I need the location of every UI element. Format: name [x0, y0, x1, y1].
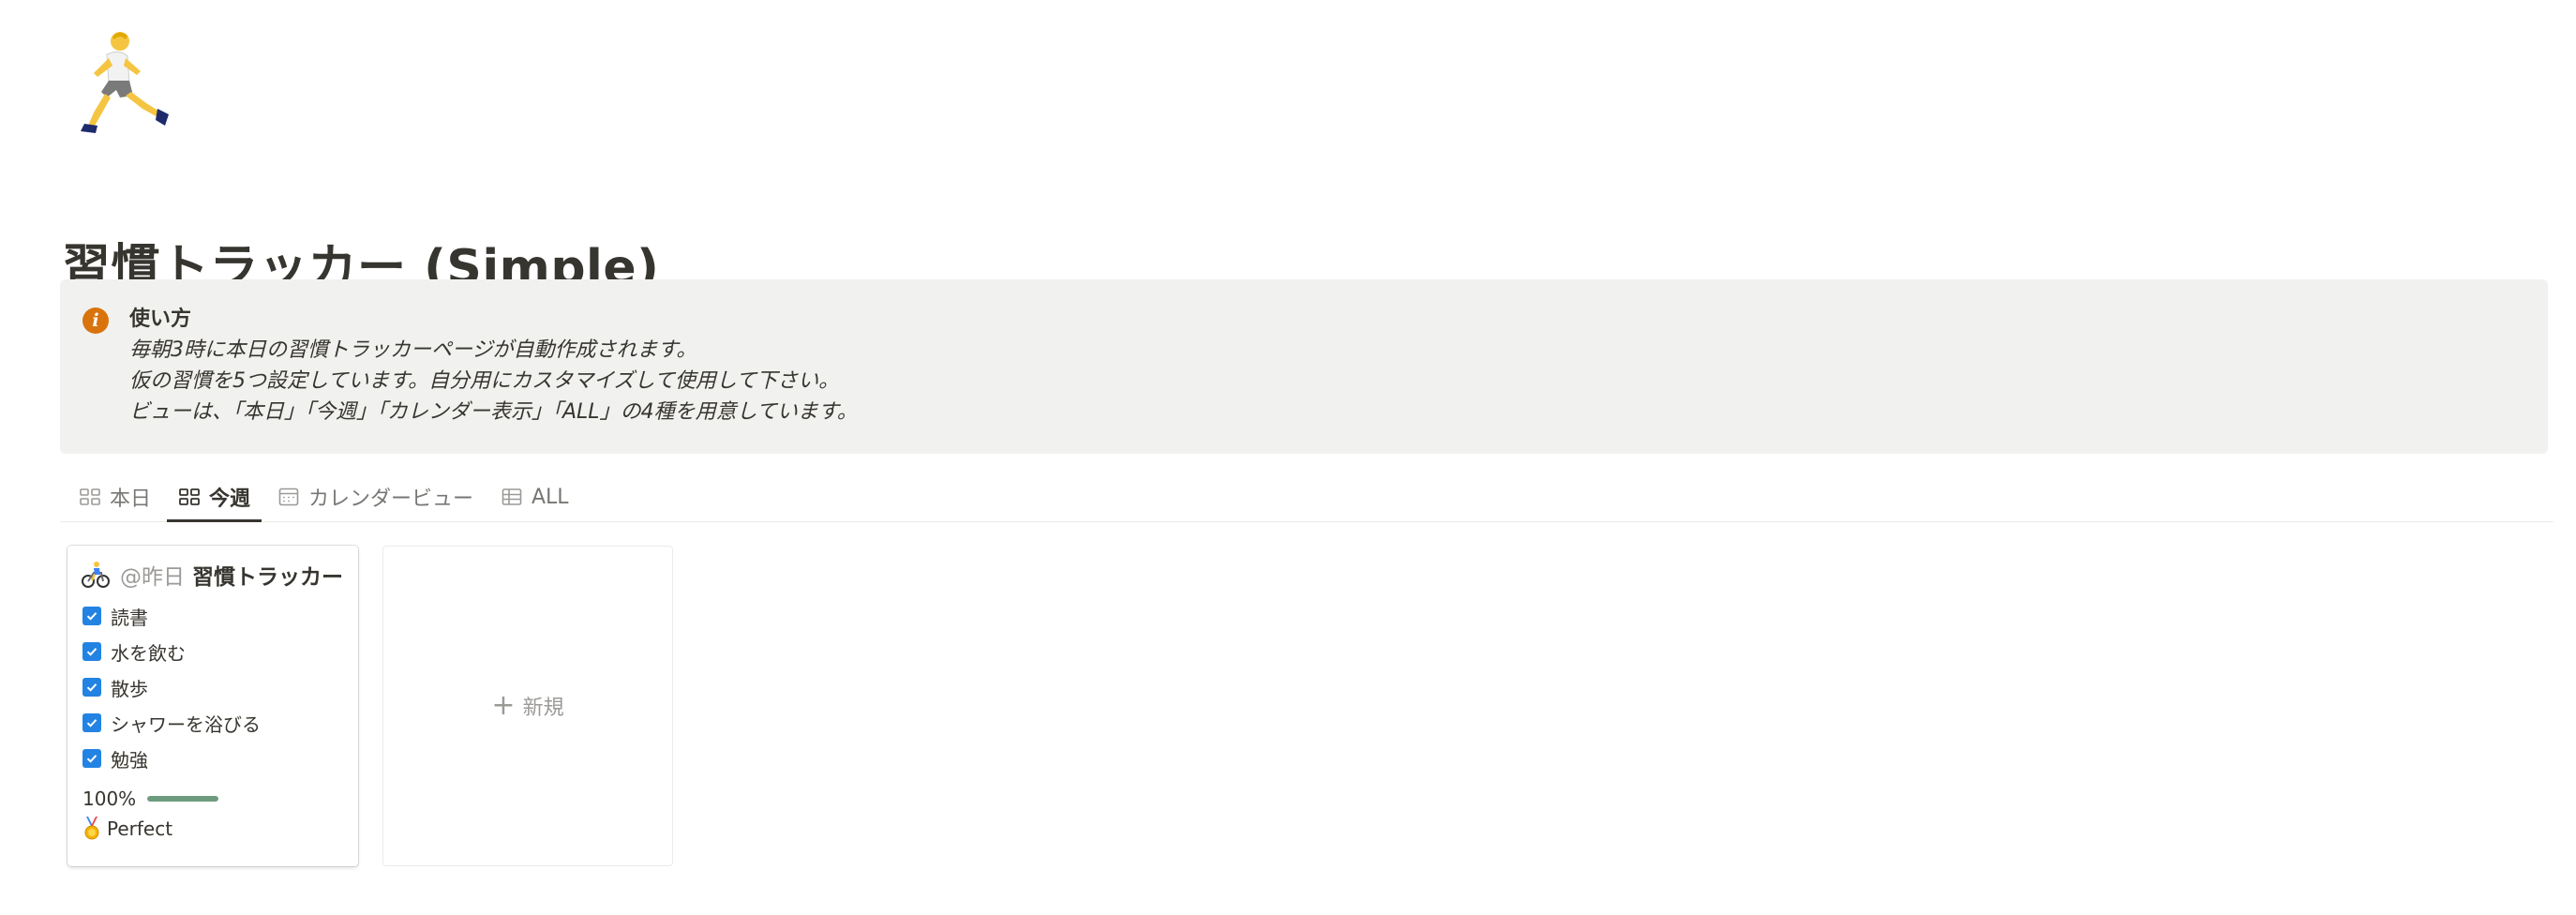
checkbox-checked[interactable] [82, 678, 101, 697]
callout-body: 使い方 毎朝3時に本日の習慣トラッカーページが自動作成されます。 仮の習慣を5つ… [129, 304, 858, 428]
cyclist-icon [82, 562, 110, 588]
tab-all[interactable]: ALL [501, 472, 569, 521]
card-title-row: @昨日 習慣トラッカー [81, 559, 343, 591]
checkbox-checked[interactable] [82, 607, 101, 625]
progress-bar [147, 796, 219, 802]
habit-label: 勉強 [111, 748, 148, 772]
habit-label: 散歩 [111, 677, 148, 700]
habit-label: 水を飲む [111, 641, 186, 665]
tab-this-week[interactable]: 今週 [166, 472, 262, 522]
table-icon [502, 488, 522, 505]
gallery-icon [179, 488, 200, 505]
habit-item: シャワーを浴びる [82, 709, 261, 737]
checkbox-checked[interactable] [82, 713, 101, 732]
checkbox-checked[interactable] [82, 749, 101, 768]
tab-today[interactable]: 本日 [79, 472, 151, 521]
new-card-label: 新規 [522, 697, 564, 720]
medal-icon [84, 817, 99, 840]
tab-calendar-view[interactable]: カレンダービュー [277, 472, 473, 521]
progress-bar-fill [147, 796, 219, 802]
card-title: 習慣トラッカー [192, 565, 343, 590]
tab-label: ALL [532, 485, 569, 509]
habit-item: 読書 [82, 602, 148, 630]
habit-item: 散歩 [82, 673, 148, 701]
callout-heading: 使い方 [129, 308, 192, 331]
page: 習慣トラッカー (Simple) i 使い方 毎朝3時に本日の習慣トラッカーペー… [0, 0, 2576, 915]
habit-item: 水を飲む [82, 638, 186, 666]
status-row: Perfect [82, 815, 172, 843]
habit-label: 読書 [111, 606, 148, 629]
tab-label: カレンダービュー [308, 488, 474, 511]
check-icon [86, 755, 97, 763]
calendar-icon [278, 488, 299, 506]
new-card-button[interactable]: + 新規 [382, 546, 673, 866]
status-label: Perfect [107, 818, 173, 840]
tab-label: 今週 [209, 488, 251, 511]
check-icon [86, 612, 97, 621]
check-icon [86, 648, 97, 656]
tab-label: 本日 [110, 488, 152, 511]
habit-label: シャワーを浴びる [111, 712, 261, 736]
callout-line: 毎朝3時に本日の習慣トラッカーページが自動作成されます。 [129, 338, 697, 362]
progress-row: 100% [82, 785, 219, 813]
callout-block: i 使い方 毎朝3時に本日の習慣トラッカーページが自動作成されます。 仮の習慣を… [60, 279, 2548, 454]
callout-line: ビューは、「本日」「今週」「カレンダー表示」「ALL」の4種を用意しています。 [129, 400, 858, 424]
date-mention[interactable]: @昨日 [120, 559, 185, 591]
habit-item: 勉強 [82, 744, 148, 772]
gallery-card[interactable]: @昨日 習慣トラッカー 読書 水を飲む 散歩 シャワーを浴びる 勉強 100% … [67, 546, 358, 866]
running-person-icon[interactable] [66, 28, 178, 141]
plus-icon: + [491, 689, 516, 722]
progress-percent: 100% [82, 788, 137, 810]
check-icon [86, 683, 97, 692]
gallery-icon [80, 488, 100, 505]
info-icon[interactable]: i [82, 308, 109, 334]
check-icon [86, 719, 97, 728]
checkbox-checked[interactable] [82, 642, 101, 661]
callout-line: 仮の習慣を5つ設定しています。自分用にカスタマイズして使用して下さい。 [129, 369, 840, 393]
view-tabs: 本日 今週 カレンダービュー ALL [60, 472, 2554, 522]
